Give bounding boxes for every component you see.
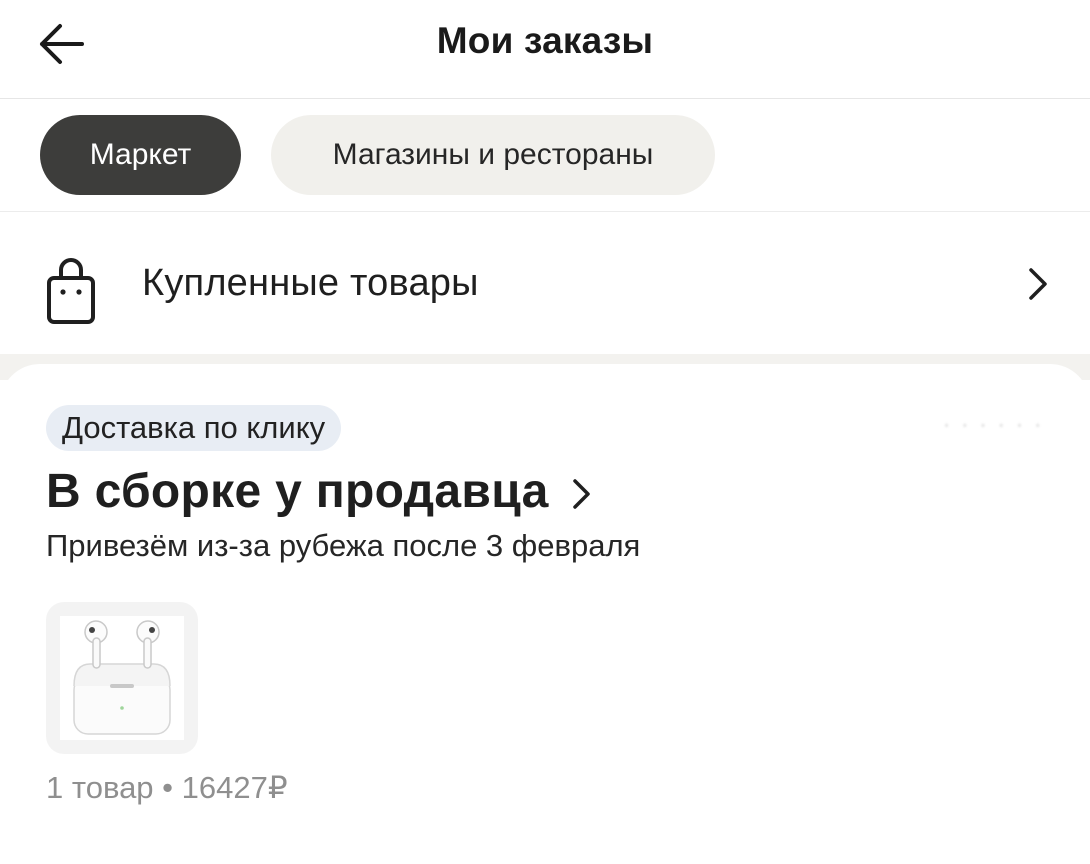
order-number-blurred: · · · · · · <box>943 414 1044 436</box>
order-status: В сборке у продавца <box>46 465 549 518</box>
top-bar: Мои заказы <box>0 0 1090 99</box>
delivery-badge: Доставка по клику <box>46 405 342 451</box>
order-card: Доставка по клику · · · · · · В сборке у… <box>0 364 1090 864</box>
purchased-goods-row[interactable]: Купленные товары <box>0 212 1090 354</box>
tab-shops-and-restaurants[interactable]: Магазины и рестораны <box>271 115 715 195</box>
product-thumbnail[interactable] <box>46 602 198 754</box>
shopping-bag-icon <box>47 258 95 324</box>
purchased-goods-label: Купленные товары <box>142 262 479 304</box>
delivery-estimate: Привезём из-за рубежа после 3 февраля <box>46 528 641 563</box>
chevron-right-icon <box>572 478 590 509</box>
tab-market[interactable]: Маркет <box>40 115 241 195</box>
airpods-pro-case-image <box>60 616 184 740</box>
page-title: Мои заказы <box>436 20 654 61</box>
order-status-link[interactable]: В сборке у продавца <box>46 464 593 519</box>
chevron-right-icon <box>1029 268 1047 300</box>
order-summary: 1 товар • 16427₽ <box>46 770 288 805</box>
orders-tabs: Маркет Магазины и рестораны <box>0 99 1090 212</box>
